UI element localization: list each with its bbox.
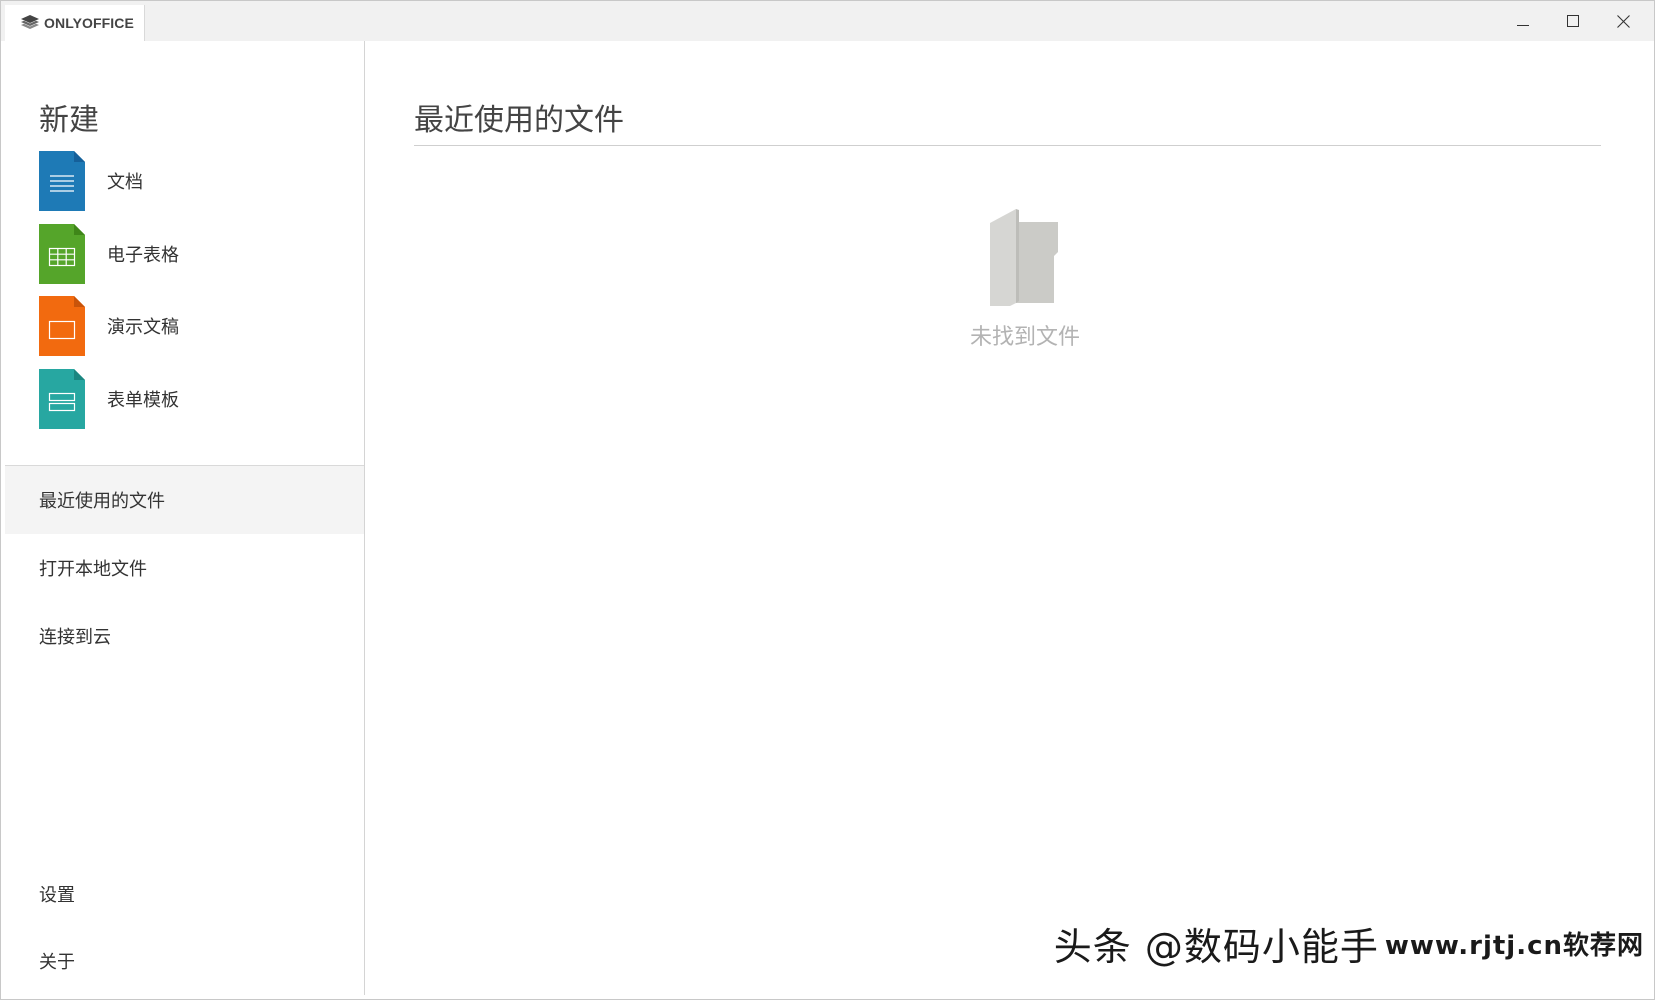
nav-recent-files-label: 最近使用的文件	[39, 491, 165, 512]
title-bar: ONLYOFFICE	[1, 1, 1654, 41]
onlyoffice-logo-icon	[21, 15, 39, 29]
new-form-template-label: 表单模板	[107, 390, 179, 411]
empty-state: 未找到文件	[925, 209, 1125, 351]
nav-recent-files[interactable]: 最近使用的文件	[5, 466, 364, 534]
app-window: ONLYOFFICE 新建 文档 电子表格 演示文稿 表单模板 最近使用的文件 …	[0, 0, 1655, 1000]
nav-connect-cloud[interactable]: 连接到云	[5, 602, 364, 670]
watermark-left: 头条 @数码小能手	[1053, 925, 1379, 969]
new-presentation-button[interactable]: 演示文稿	[39, 296, 179, 356]
nav-connect-cloud-label: 连接到云	[39, 627, 111, 648]
page-title: 最近使用的文件	[414, 103, 624, 138]
new-section-title: 新建	[39, 103, 99, 138]
nav-about[interactable]: 关于	[5, 927, 364, 995]
maximize-icon	[1567, 15, 1579, 27]
watermark: 头条 @数码小能手 www.rjtj.cn软荐网	[1054, 916, 1644, 971]
empty-folder-icon	[990, 209, 1058, 306]
nav-open-local-file[interactable]: 打开本地文件	[5, 534, 364, 602]
main-panel: 最近使用的文件 未找到文件 头条 @数码小能手 www.rjtj.cn软荐网	[365, 41, 1654, 999]
presentation-icon	[39, 296, 85, 356]
form-template-icon	[39, 369, 85, 429]
spreadsheet-icon	[39, 224, 85, 284]
app-tab[interactable]: ONLYOFFICE	[5, 5, 145, 41]
new-form-template-button[interactable]: 表单模板	[39, 369, 179, 429]
nav-settings-label: 设置	[39, 885, 75, 906]
nav-open-local-file-label: 打开本地文件	[39, 559, 147, 580]
new-presentation-label: 演示文稿	[107, 317, 179, 338]
new-document-button[interactable]: 文档	[39, 151, 143, 211]
document-icon	[39, 151, 85, 211]
close-button[interactable]	[1598, 1, 1648, 41]
nav-settings[interactable]: 设置	[5, 860, 364, 928]
sidebar: 新建 文档 电子表格 演示文稿 表单模板 最近使用的文件 打开本地文件 连接到云…	[5, 41, 365, 995]
new-document-label: 文档	[107, 172, 143, 193]
app-name: ONLYOFFICE	[44, 15, 134, 31]
empty-state-text: 未找到文件	[969, 325, 1080, 350]
watermark-right: www.rjtj.cn软荐网	[1384, 931, 1644, 961]
nav-about-label: 关于	[39, 952, 75, 973]
new-spreadsheet-label: 电子表格	[107, 245, 179, 266]
new-spreadsheet-button[interactable]: 电子表格	[39, 224, 179, 284]
title-divider	[414, 145, 1601, 146]
minimize-button[interactable]	[1498, 1, 1548, 41]
maximize-button[interactable]	[1548, 1, 1598, 41]
minimize-icon	[1517, 25, 1529, 26]
close-icon	[1616, 14, 1630, 28]
